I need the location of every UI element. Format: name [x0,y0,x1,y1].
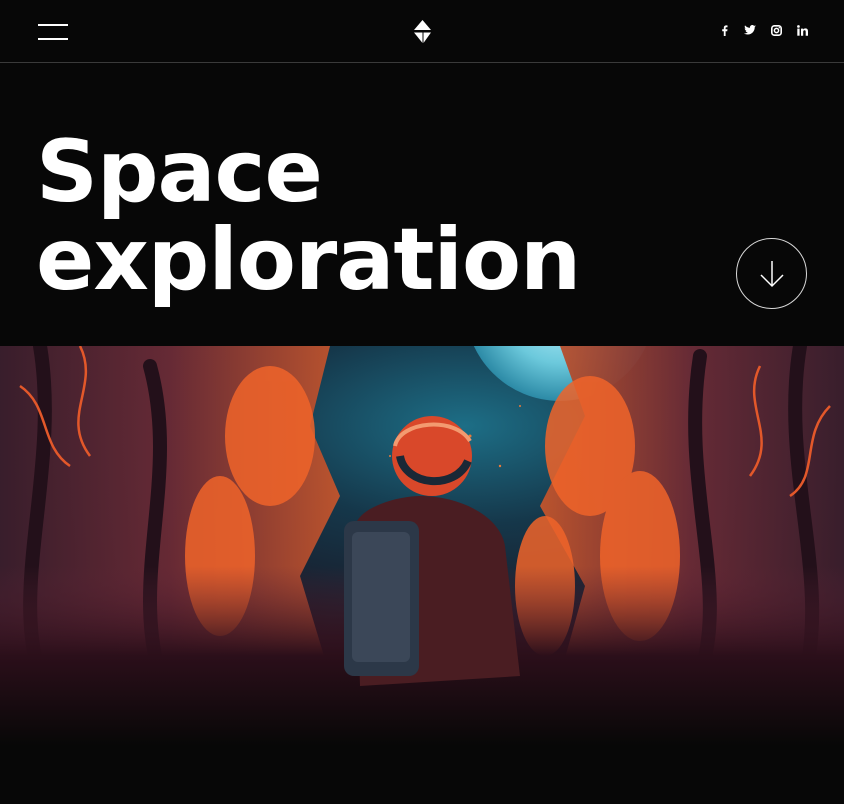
hero-title-line-2: exploration [36,210,581,310]
arrow-down-icon [759,260,784,287]
facebook-icon[interactable] [718,24,730,36]
logo-icon[interactable] [411,20,434,43]
menu-line-bottom [38,38,68,40]
hero-title-line-1: Space [36,122,323,222]
hero-title: Space exploration [36,122,581,310]
social-links [718,24,808,36]
linkedin-icon[interactable] [796,24,808,36]
site-header [0,0,844,63]
hamburger-menu-icon[interactable] [38,22,68,42]
scroll-down-button[interactable] [736,238,807,309]
menu-line-top [38,24,68,26]
astronaut-forest-illustration [0,346,844,746]
instagram-icon[interactable] [770,24,782,36]
bottom-spacer [0,746,844,804]
twitter-icon[interactable] [744,24,756,36]
